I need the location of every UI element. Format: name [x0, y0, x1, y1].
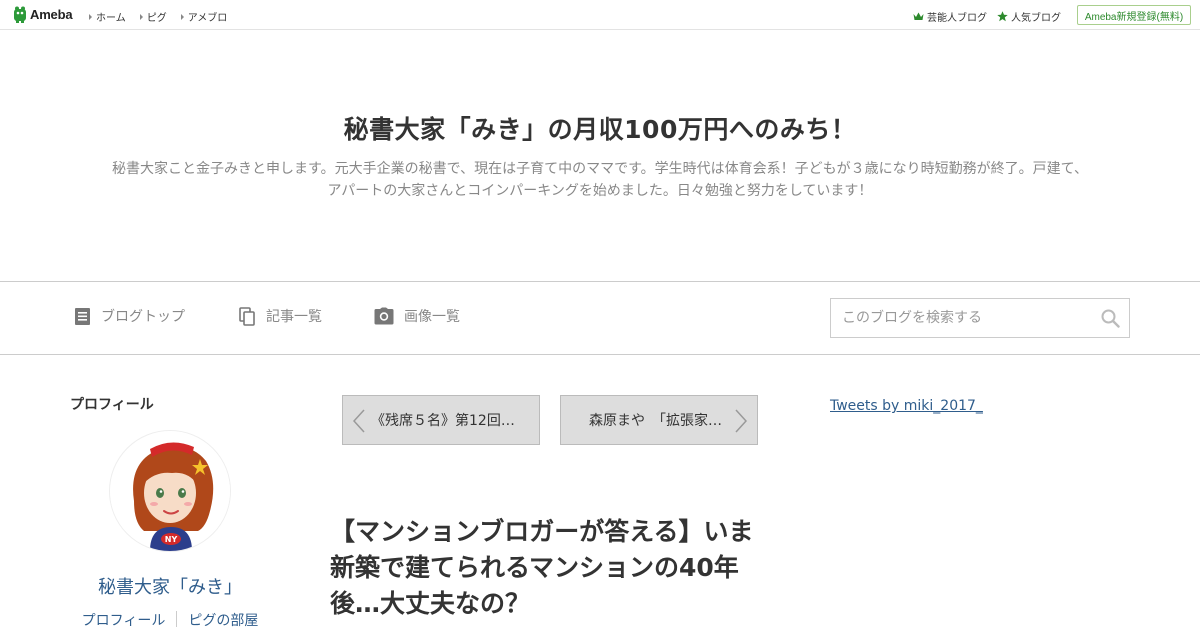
- chevron-left-icon: [353, 409, 365, 433]
- ameba-signup-button[interactable]: Ameba新規登録(無料): [1077, 5, 1191, 25]
- triangle-right-icon: [180, 13, 184, 20]
- celebrity-blog-label: 芸能人ブログ: [927, 13, 987, 24]
- popular-blog-link[interactable]: 人気ブログ: [997, 9, 1061, 24]
- crown-icon: [913, 12, 924, 20]
- nav-article-list[interactable]: 記事一覧: [239, 306, 322, 326]
- top-nav: ホーム ピグ アメブロ: [89, 9, 227, 24]
- blog-search-box: [830, 298, 1130, 338]
- blog-description: 秘書大家こと金子みきと申します。元大手企業の秘書で、現在は子育て中のママです。学…: [30, 158, 1170, 202]
- topnav-pigg-label: ピグ: [146, 13, 167, 24]
- nav-image-list-label: 画像一覧: [404, 309, 460, 325]
- profile-links: プロフィール ピグの部屋: [60, 610, 280, 630]
- tweets-link[interactable]: Tweets by miki_2017_: [830, 398, 983, 414]
- document-icon: [75, 307, 90, 325]
- topnav-pigg-link[interactable]: ピグ: [139, 9, 167, 24]
- ameba-mark-icon: [13, 6, 27, 23]
- camera-icon: [374, 307, 394, 325]
- profile-name-link[interactable]: 秘書大家「みき」: [60, 573, 280, 599]
- pigg-room-link[interactable]: ピグの部屋: [177, 610, 269, 630]
- svg-text:NY: NY: [165, 535, 178, 544]
- nav-image-list[interactable]: 画像一覧: [374, 306, 460, 326]
- copy-documents-icon: [239, 306, 255, 326]
- star-icon: [997, 11, 1008, 22]
- topnav-ameblo-label: アメブロ: [187, 13, 228, 24]
- prev-article-label: 《残席５名》第12回…: [371, 413, 515, 429]
- ameba-logo[interactable]: Ameba: [13, 6, 73, 23]
- blog-description-line-1: 秘書大家こと金子みきと申します。元大手企業の秘書で、現在は子育て中のママです。学…: [112, 161, 1088, 177]
- triangle-right-icon: [89, 13, 92, 20]
- nav-blog-top[interactable]: ブログトップ: [74, 306, 185, 326]
- nav-blog-top-label: ブログトップ: [101, 309, 185, 325]
- triangle-right-icon: [139, 13, 143, 20]
- profile-link[interactable]: プロフィール: [71, 610, 177, 630]
- chevron-right-icon: [735, 409, 747, 433]
- article-title[interactable]: 【マンションブロガーが答える】いま新築で建てられるマンションの40年後…大丈夫な…: [330, 514, 770, 622]
- top-bar: Ameba ホーム ピグ アメブロ 芸能人ブログ 人気ブログ Ameba新規登録…: [0, 0, 1200, 30]
- popular-blog-label: 人気ブログ: [1011, 13, 1061, 24]
- prev-article-button[interactable]: 《残席５名》第12回…: [342, 395, 540, 445]
- top-right-links: 芸能人ブログ 人気ブログ: [913, 9, 1061, 24]
- ameba-logo-text: Ameba: [30, 7, 73, 22]
- profile-heading: プロフィール: [70, 397, 154, 413]
- search-icon[interactable]: [1101, 309, 1120, 328]
- nav-article-list-label: 記事一覧: [266, 309, 322, 325]
- topnav-ameblo-link[interactable]: アメブロ: [180, 9, 228, 24]
- blog-nav-bar: ブログトップ 記事一覧 画像一覧: [0, 281, 1200, 355]
- celebrity-blog-link[interactable]: 芸能人ブログ: [913, 9, 987, 24]
- blog-title[interactable]: 秘書大家「みき」の月収100万円へのみち！: [0, 110, 1200, 146]
- blog-search-input[interactable]: [831, 299, 1093, 337]
- topnav-home-link[interactable]: ホーム: [89, 9, 126, 24]
- profile-avatar[interactable]: NY: [109, 430, 231, 552]
- topnav-home-label: ホーム: [96, 13, 126, 24]
- next-article-label: 森原まや 「拡張家…: [589, 413, 722, 429]
- blog-description-line-2: アパートの大家さんとコインパーキングを始めました。日々勉強と努力をしています！: [327, 183, 873, 199]
- avatar-illustration: NY: [110, 431, 230, 551]
- next-article-button[interactable]: 森原まや 「拡張家…: [560, 395, 758, 445]
